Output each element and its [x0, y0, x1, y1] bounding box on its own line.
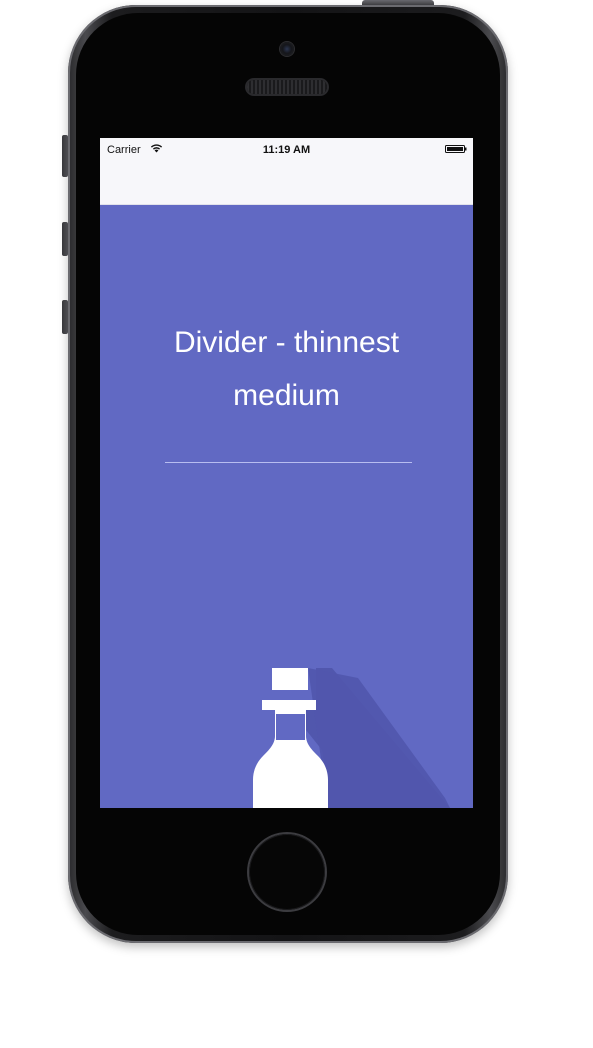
app-screen: Carrier 11:19 AM Divider - thinnest medi…: [100, 138, 473, 808]
bottle-cork: [272, 668, 308, 690]
earpiece-speaker: [247, 80, 327, 94]
home-button[interactable]: [249, 834, 325, 910]
front-camera: [280, 42, 294, 56]
bottle-long-shadow-2: [308, 668, 450, 808]
bottle-icon: [253, 668, 450, 808]
device-frame-stage: Carrier 11:19 AM Divider - thinnest medi…: [0, 0, 593, 1048]
